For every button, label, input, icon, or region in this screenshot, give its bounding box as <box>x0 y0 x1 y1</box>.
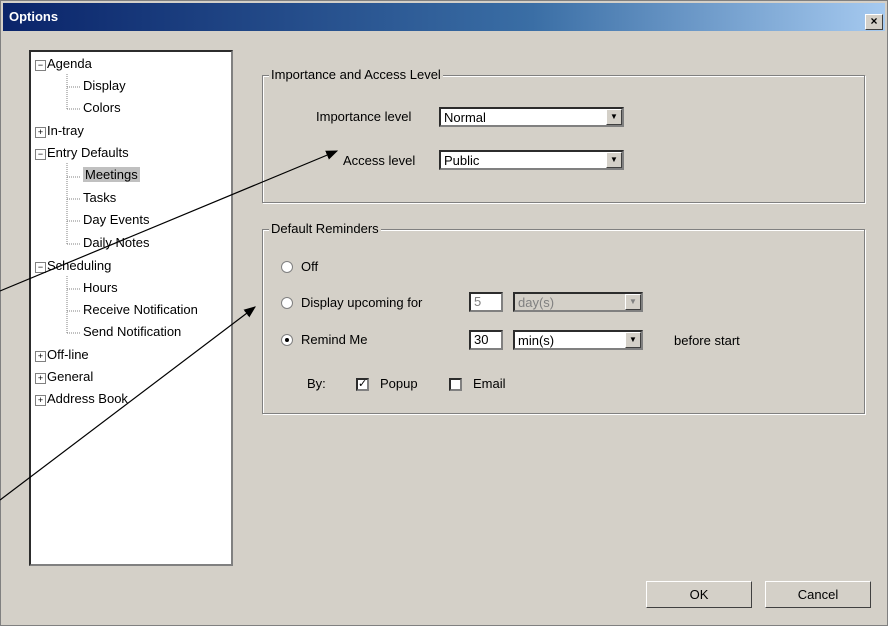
close-button[interactable]: × <box>865 14 883 30</box>
importance-level-select[interactable]: Normal ▼ <box>439 107 624 127</box>
default-reminders-group: Default Reminders Off Display upcoming f… <box>262 221 865 414</box>
importance-group-title: Importance and Access Level <box>269 67 443 82</box>
chevron-down-icon[interactable]: ▼ <box>625 294 641 310</box>
remind-me-input[interactable]: 30 <box>469 330 503 350</box>
access-level-value: Public <box>444 153 480 168</box>
importance-level-label: Importance level <box>316 109 412 124</box>
tree-connector-lines <box>66 74 81 334</box>
remind-me-unit-select[interactable]: min(s) ▼ <box>513 330 643 350</box>
access-level-select[interactable]: Public ▼ <box>439 150 624 170</box>
window-title: Options <box>9 9 59 24</box>
importance-level-value: Normal <box>444 110 486 125</box>
display-unit-value: day(s) <box>518 295 555 310</box>
ok-button[interactable]: OK <box>646 581 752 608</box>
options-tree[interactable]: − Agenda Display Colors + In-tray − Entr… <box>29 50 233 566</box>
display-upcoming-radio[interactable] <box>281 297 293 309</box>
popup-label: Popup <box>380 376 418 391</box>
display-upcoming-unit-select[interactable]: day(s) ▼ <box>513 292 643 312</box>
off-radio[interactable] <box>281 261 293 273</box>
chevron-down-icon[interactable]: ▼ <box>606 109 622 125</box>
chevron-down-icon[interactable]: ▼ <box>625 332 641 348</box>
options-dialog: Options × − Agenda Display Colors + In-t… <box>0 0 888 626</box>
remind-me-label: Remind Me <box>301 332 368 347</box>
chevron-down-icon[interactable]: ▼ <box>606 152 622 168</box>
by-label: By: <box>307 376 326 391</box>
title-bar[interactable]: Options <box>3 3 885 31</box>
display-upcoming-input[interactable]: 5 <box>469 292 503 312</box>
off-label: Off <box>301 259 319 274</box>
before-start-label: before start <box>674 333 740 348</box>
remind-unit-value: min(s) <box>518 333 555 348</box>
popup-checkbox[interactable]: ✓ <box>356 378 369 391</box>
access-level-label: Access level <box>343 153 416 168</box>
display-upcoming-label: Display upcoming for <box>301 295 423 310</box>
importance-access-group: Importance and Access Level Importance l… <box>262 67 865 203</box>
reminders-group-title: Default Reminders <box>269 221 381 236</box>
email-checkbox[interactable] <box>449 378 462 391</box>
remind-me-radio[interactable] <box>281 334 293 346</box>
email-label: Email <box>473 376 506 391</box>
cancel-button[interactable]: Cancel <box>765 581 871 608</box>
